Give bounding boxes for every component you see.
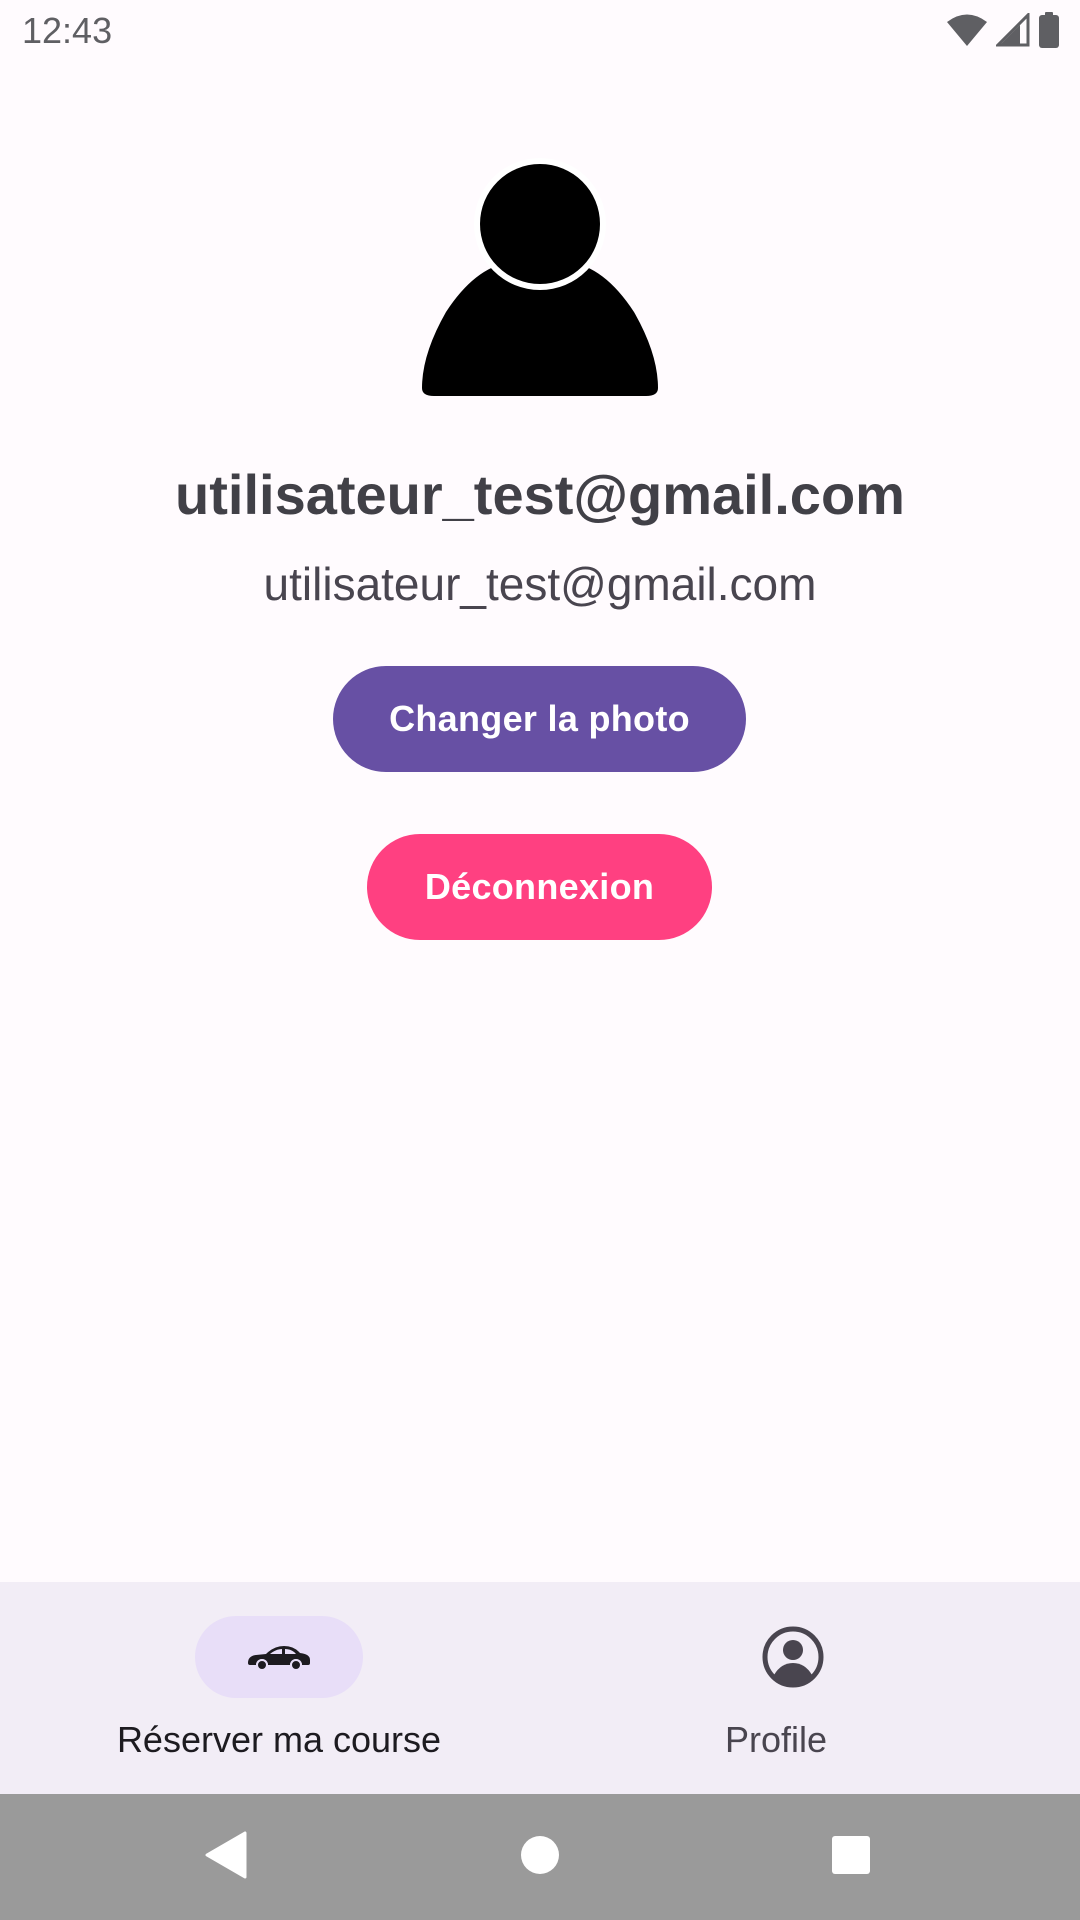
wifi-icon [946,13,988,47]
status-bar: 12:43 [0,0,1080,63]
home-button[interactable] [515,1832,565,1882]
recents-button[interactable] [826,1832,876,1882]
recents-icon [831,1835,871,1880]
change-photo-button[interactable]: Changer la photo [333,666,746,772]
signal-icon [996,13,1030,47]
profile-avatar [418,158,662,402]
profile-email: utilisateur_test@gmail.com [263,558,817,610]
back-button[interactable] [200,1831,250,1884]
status-time: 12:43 [22,10,113,51]
nav-item-profile[interactable]: Profile [540,1582,1080,1794]
home-icon [520,1835,560,1880]
car-icon [195,1616,363,1698]
account-circle-icon [761,1625,825,1689]
status-icons [946,12,1060,48]
system-navigation-bar [0,1794,1080,1920]
person-icon [418,158,662,402]
bottom-navigation: Réserver ma course Profile [0,1582,1080,1794]
back-icon [203,1831,247,1884]
nav-label-profile: Profile [724,1719,828,1760]
battery-icon [1038,12,1060,48]
profile-name: utilisateur_test@gmail.com [175,463,905,526]
logout-button[interactable]: Déconnexion [367,834,712,940]
nav-item-book-ride[interactable]: Réserver ma course [0,1582,540,1794]
